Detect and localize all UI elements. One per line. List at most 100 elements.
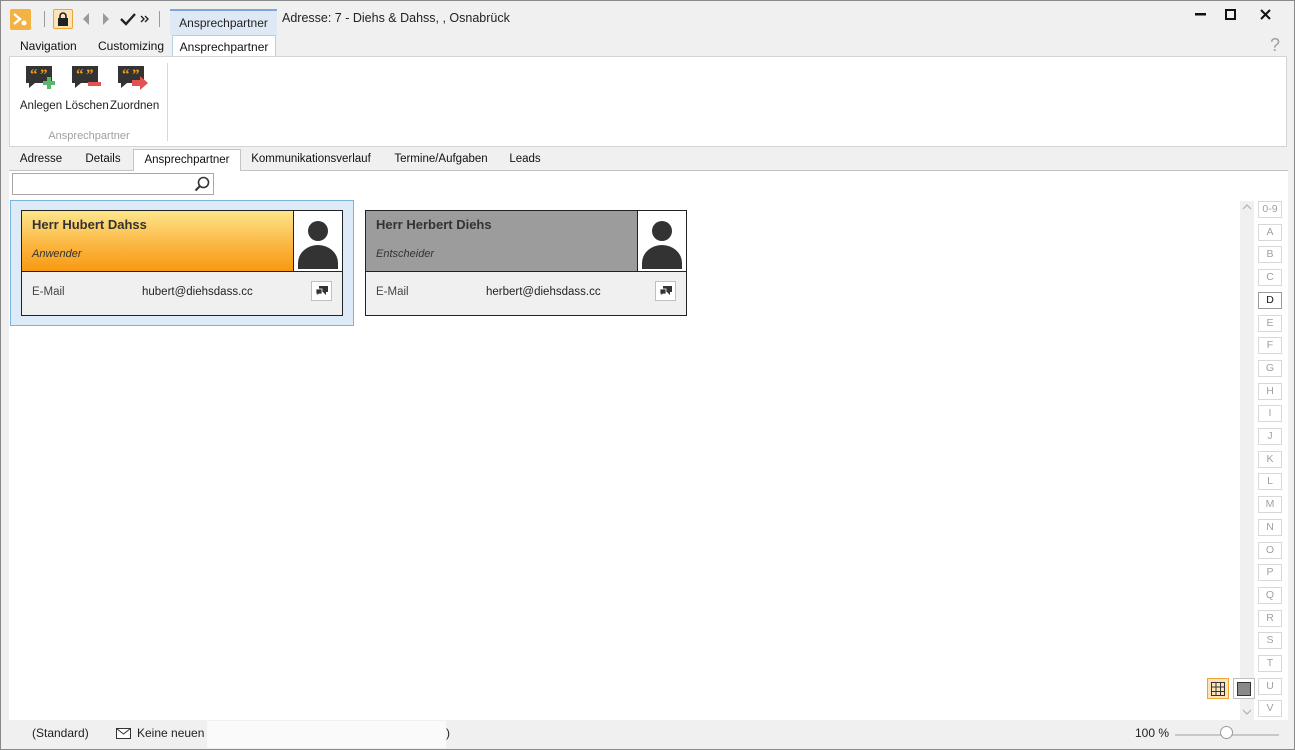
tab-termine-aufgaben[interactable]: Termine/Aufgaben	[387, 149, 495, 171]
separator	[44, 11, 45, 27]
alphabet-letter-v[interactable]: V	[1258, 700, 1282, 718]
alphabet-letter-o[interactable]: O	[1258, 541, 1282, 559]
ribbon-tab-customizing[interactable]: Customizing	[90, 35, 172, 57]
contact-role: Entscheider	[376, 248, 435, 260]
maximize-button[interactable]	[1215, 5, 1245, 23]
separator	[159, 11, 160, 27]
alphabet-letter-a[interactable]: A	[1258, 223, 1282, 241]
card-divider	[22, 271, 342, 272]
svg-text:“: “	[122, 67, 130, 83]
close-button[interactable]	[1250, 5, 1280, 23]
context-tab[interactable]: Ansprechpartner	[170, 9, 277, 35]
lock-icon[interactable]	[53, 9, 73, 29]
quote-assign-icon: “ ”	[116, 63, 150, 93]
svg-text:”: ”	[86, 67, 94, 83]
assign-contact-label: Zuordnen	[110, 100, 160, 112]
alphabet-letter-0-9[interactable]: 0-9	[1258, 201, 1282, 218]
scroll-down-icon[interactable]	[1242, 709, 1252, 715]
back-arrow-icon[interactable]	[76, 9, 96, 29]
search-input[interactable]	[16, 175, 194, 193]
search-icon[interactable]	[194, 176, 210, 195]
chat-icon[interactable]	[655, 281, 676, 301]
avatar	[293, 211, 342, 271]
alphabet-letter-f[interactable]: F	[1258, 337, 1282, 355]
contact-card-header: Herr Hubert Dahss Anwender	[22, 211, 293, 271]
content-tabs: Adresse Details Ansprechpartner Kommunik…	[9, 149, 1288, 172]
checkmark-icon[interactable]	[118, 9, 138, 29]
tab-details[interactable]: Details	[75, 149, 131, 171]
alphabet-letter-m[interactable]: M	[1258, 496, 1282, 514]
contact-card-header: Herr Herbert Diehs Entscheider	[366, 211, 637, 271]
alphabet-letter-e[interactable]: E	[1258, 314, 1282, 332]
zoom-level: 100 %	[1135, 726, 1170, 740]
quote-add-icon: “ ”	[24, 63, 58, 93]
email-value[interactable]: herbert@diehsdass.cc	[486, 286, 601, 298]
alphabet-letter-q[interactable]: Q	[1258, 586, 1282, 604]
app-logo-icon[interactable]	[10, 9, 31, 30]
messages-status[interactable]: Keine neuen	[137, 726, 204, 740]
application-window: Ansprechpartner Adresse: 7 - Diehs & Dah…	[0, 0, 1295, 750]
delete-contact-label: Löschen	[65, 100, 109, 112]
minimize-button[interactable]	[1185, 5, 1215, 23]
quote-delete-icon: “ ”	[70, 63, 104, 93]
ribbon-group-separator	[167, 63, 168, 141]
alphabet-letter-d[interactable]: D	[1258, 291, 1282, 309]
title-bar: Ansprechpartner Adresse: 7 - Diehs & Dah…	[1, 1, 1294, 35]
profile-status[interactable]: (Standard)	[32, 726, 89, 740]
delete-contact-button[interactable]: “ ” Löschen	[64, 63, 110, 112]
alphabet-letter-h[interactable]: H	[1258, 382, 1282, 400]
email-value[interactable]: hubert@diehsdass.cc	[142, 286, 253, 298]
tab-adresse[interactable]: Adresse	[14, 149, 68, 171]
more-commands-icon[interactable]	[138, 9, 152, 29]
contact-name: Herr Herbert Diehs	[376, 217, 492, 232]
card-divider	[366, 271, 686, 272]
email-label: E-Mail	[376, 286, 409, 298]
window-title: Adresse: 7 - Diehs & Dahss, , Osnabrück	[282, 11, 510, 25]
svg-text:“: “	[76, 67, 84, 83]
alphabet-letter-g[interactable]: G	[1258, 359, 1282, 377]
grid-view-button[interactable]	[1207, 678, 1229, 699]
alphabet-letter-k[interactable]: K	[1258, 450, 1282, 468]
tab-leads[interactable]: Leads	[503, 149, 547, 171]
alphabet-letter-u[interactable]: U	[1258, 677, 1282, 695]
alphabet-letter-l[interactable]: L	[1258, 473, 1282, 491]
alphabet-letter-t[interactable]: T	[1258, 655, 1282, 672]
forward-arrow-icon[interactable]	[96, 9, 116, 29]
alphabet-letter-c[interactable]: C	[1258, 269, 1282, 287]
status-bar: (Standard) Keine neuen ) 100 %	[1, 721, 1294, 749]
svg-text:“: “	[30, 67, 38, 83]
chat-icon[interactable]	[311, 281, 332, 301]
assign-contact-button[interactable]: “ ” Zuordnen	[110, 63, 160, 112]
alphabet-letter-n[interactable]: N	[1258, 518, 1282, 536]
ribbon-tabs: Navigation Customizing Ansprechpartner ?	[1, 35, 1294, 58]
alphabet-letter-b[interactable]: B	[1258, 246, 1282, 264]
svg-text:”: ”	[40, 67, 48, 83]
card-view-button[interactable]	[1233, 678, 1255, 699]
status-overlay	[207, 721, 446, 748]
grid-icon	[1211, 681, 1225, 696]
tab-kommunikationsverlauf[interactable]: Kommunikationsverlauf	[247, 149, 375, 171]
contact-card[interactable]: Herr Herbert Diehs Entscheider E-Mail he…	[365, 210, 687, 316]
vertical-scrollbar[interactable]	[1240, 201, 1254, 720]
help-icon[interactable]: ?	[1270, 35, 1280, 56]
ribbon-tab-ansprechpartner[interactable]: Ansprechpartner	[172, 35, 276, 58]
zoom-slider-thumb[interactable]	[1220, 726, 1233, 739]
contacts-panel: Herr Hubert Dahss Anwender E-Mail hubert…	[9, 171, 1288, 720]
contact-role: Anwender	[32, 248, 82, 260]
search-field[interactable]	[12, 173, 214, 195]
add-contact-button[interactable]: “ ” Anlegen	[18, 63, 64, 112]
ribbon-tab-navigation[interactable]: Navigation	[12, 35, 85, 57]
avatar	[637, 211, 686, 271]
tab-ansprechpartner[interactable]: Ansprechpartner	[133, 149, 241, 172]
alphabet-letter-p[interactable]: P	[1258, 564, 1282, 582]
mail-icon	[116, 728, 131, 739]
alphabet-letter-r[interactable]: R	[1258, 609, 1282, 627]
scroll-up-icon[interactable]	[1242, 204, 1252, 210]
ribbon-panel: “ ” Anlegen “ ” Löschen “ ” Zuordnen Ans…	[9, 56, 1287, 147]
ribbon-group-label: Ansprechpartner	[48, 130, 130, 142]
alphabet-letter-i[interactable]: I	[1258, 405, 1282, 423]
alphabet-letter-j[interactable]: J	[1258, 428, 1282, 445]
contact-card[interactable]: Herr Hubert Dahss Anwender E-Mail hubert…	[21, 210, 343, 316]
alphabet-letter-s[interactable]: S	[1258, 632, 1282, 650]
card-view-icon	[1237, 681, 1251, 696]
